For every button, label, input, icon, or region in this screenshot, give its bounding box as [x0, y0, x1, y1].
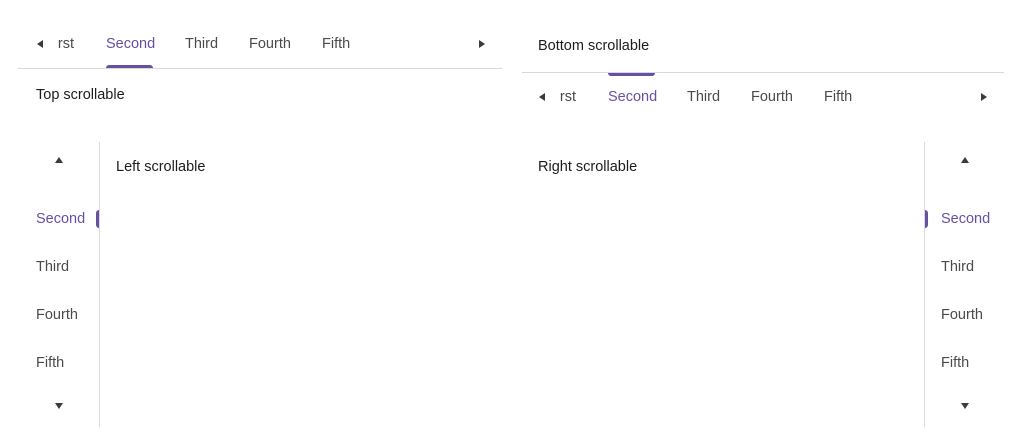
tab-third[interactable]: Third	[36, 243, 69, 291]
scroll-right-button[interactable]	[972, 73, 996, 121]
tab-second[interactable]: Second	[106, 20, 155, 68]
tab-second[interactable]: Second	[608, 73, 657, 121]
scroll-right-button[interactable]	[470, 20, 494, 68]
tab-content: Top scrollable	[36, 87, 125, 103]
tab-fifth[interactable]: Fifth	[824, 73, 852, 121]
bottom-scrollable-panel: Bottom scrollable rst Second Third Fourt…	[522, 20, 1004, 130]
scroll-up-button[interactable]	[35, 148, 83, 172]
arrow-down-icon	[961, 403, 969, 409]
tab-content: Left scrollable	[116, 159, 206, 175]
scroll-down-button[interactable]	[35, 394, 83, 418]
tab-content: Bottom scrollable	[538, 38, 650, 54]
bottom-tab-bar: rst Second Third Fourth Fifth	[522, 73, 1004, 121]
scroll-up-button[interactable]	[941, 148, 989, 172]
tab-third[interactable]: Third	[185, 20, 218, 68]
arrow-right-icon	[479, 40, 485, 48]
tab-fifth[interactable]: Fifth	[36, 339, 64, 387]
tab-divider	[18, 68, 502, 69]
arrow-left-icon	[539, 93, 545, 101]
tab-fourth[interactable]: Fourth	[36, 291, 78, 339]
tab-third[interactable]: Third	[941, 243, 974, 291]
top-tab-bar: rst Second Third Fourth Fifth	[18, 20, 502, 68]
tab-divider	[924, 142, 925, 427]
top-scrollable-panel: rst Second Third Fourth Fifth Top scroll…	[18, 20, 502, 130]
tab-fourth[interactable]: Fourth	[941, 291, 983, 339]
scroll-left-button[interactable]	[28, 20, 52, 68]
arrow-up-icon	[55, 157, 63, 163]
tab-fourth[interactable]: Fourth	[751, 73, 793, 121]
arrow-left-icon	[37, 40, 43, 48]
tab-second[interactable]: Second	[36, 195, 85, 243]
arrow-up-icon	[961, 157, 969, 163]
arrow-right-icon	[981, 93, 987, 101]
tab-fifth[interactable]: Fifth	[322, 20, 350, 68]
tab-third[interactable]: Third	[687, 73, 720, 121]
arrow-down-icon	[55, 403, 63, 409]
left-scrollable-panel: Second Third Fourth Fifth Left scrollabl…	[18, 142, 502, 427]
tab-fourth[interactable]: Fourth	[249, 20, 291, 68]
tab-content: Right scrollable	[538, 159, 638, 175]
tab-first[interactable]: rst	[54, 20, 74, 68]
active-tab-indicator	[925, 210, 928, 228]
right-scrollable-panel: Right scrollable Second Third Fourth Fif…	[522, 142, 1004, 427]
scroll-down-button[interactable]	[941, 394, 989, 418]
tab-divider	[99, 142, 100, 427]
tab-fifth[interactable]: Fifth	[941, 339, 969, 387]
tab-first[interactable]: rst	[556, 73, 576, 121]
tab-second[interactable]: Second	[941, 195, 990, 243]
scroll-left-button[interactable]	[530, 73, 554, 121]
